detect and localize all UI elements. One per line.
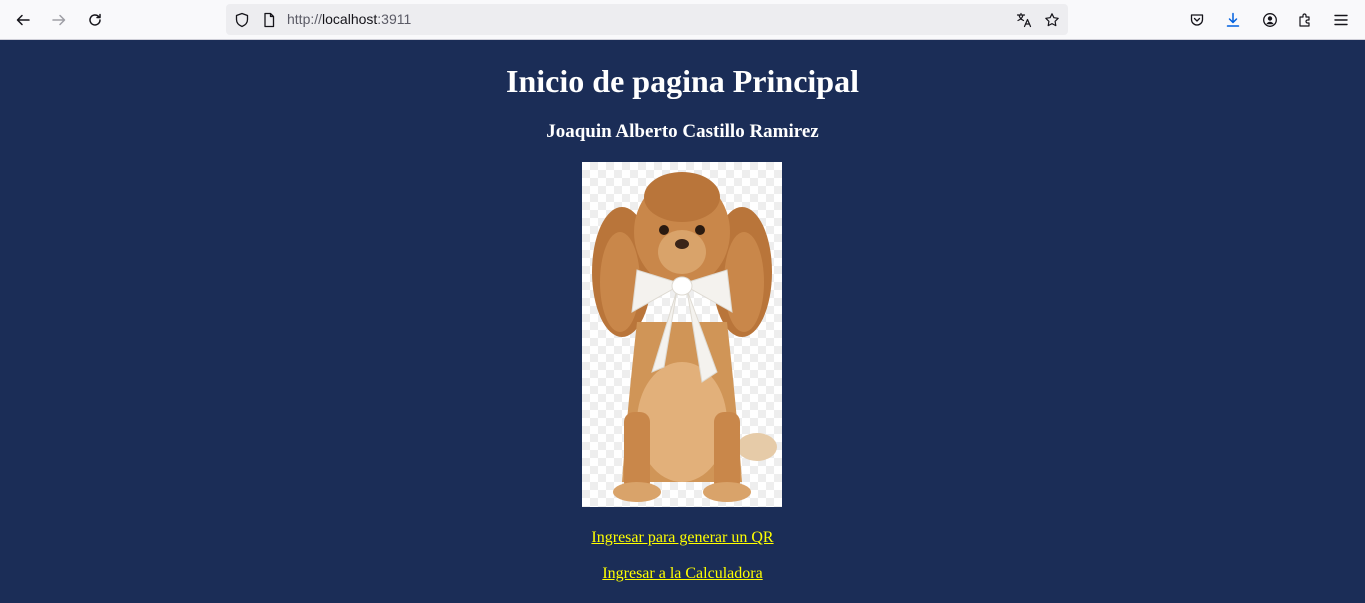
author-name: Joaquin Alberto Castillo Ramirez xyxy=(546,121,819,142)
url-scheme: http:// xyxy=(287,11,323,27)
app-menu-button[interactable] xyxy=(1327,6,1355,34)
account-icon xyxy=(1263,13,1277,27)
downloads-button[interactable] xyxy=(1219,6,1247,34)
url-host: localhost xyxy=(322,11,378,27)
shield-icon[interactable] xyxy=(233,11,250,28)
page-icon[interactable] xyxy=(260,11,277,28)
dog-photo xyxy=(582,162,782,507)
url-text[interactable]: http://localhost:3911 xyxy=(287,11,411,28)
dog-illustration xyxy=(592,172,777,502)
calculator-link[interactable]: Ingresar a la Calculadora xyxy=(0,564,1365,583)
pocket-button[interactable] xyxy=(1183,6,1211,34)
url-bar[interactable]: http://localhost:3911 xyxy=(226,4,1068,35)
url-port: :3911 xyxy=(377,11,412,27)
forward-button[interactable] xyxy=(45,6,73,34)
forward-icon xyxy=(52,14,66,26)
back-icon xyxy=(16,14,30,26)
menu-icon xyxy=(1334,14,1348,26)
back-button[interactable] xyxy=(9,6,37,34)
translate-icon[interactable] xyxy=(1015,11,1032,28)
extensions-button[interactable] xyxy=(1291,6,1319,34)
page-content: Inicio de pagina Principal Joaquin Alber… xyxy=(0,40,1365,603)
download-icon xyxy=(1226,12,1240,27)
pocket-icon xyxy=(1190,14,1204,26)
reload-icon xyxy=(89,13,101,26)
page-title: Inicio de pagina Principal xyxy=(506,63,859,99)
bookmark-star-icon[interactable] xyxy=(1043,11,1060,28)
extensions-icon xyxy=(1299,13,1310,27)
qr-generator-link[interactable]: Ingresar para generar un QR xyxy=(0,528,1365,547)
calculator-link-label: Ingresar a la Calculadora xyxy=(602,565,763,582)
browser-toolbar: http://localhost:3911 xyxy=(0,0,1365,40)
qr-generator-link-label: Ingresar para generar un QR xyxy=(591,529,774,546)
reload-button[interactable] xyxy=(81,6,109,34)
account-button[interactable] xyxy=(1256,6,1284,34)
